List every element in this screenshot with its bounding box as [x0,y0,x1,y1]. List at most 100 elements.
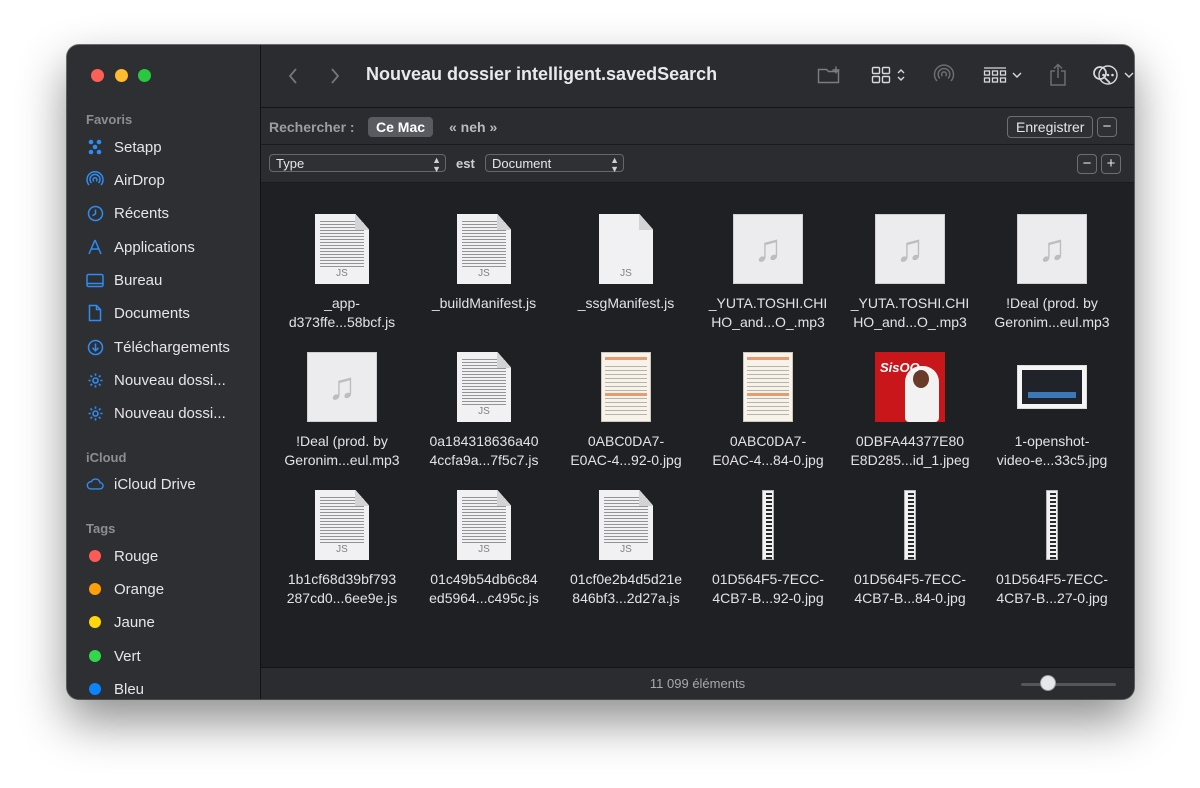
criteria-value-popup[interactable]: Document ▲ ▼ [485,154,624,174]
js-file-icon: JS [591,214,661,284]
tag-dot-icon [89,616,101,628]
sidebar-item-label: Nouveau dossi... [114,371,226,389]
file-item[interactable]: 01D564F5-7ECC- 4CB7-B...92-0.jpg [700,490,836,628]
file-item[interactable]: 1-openshot-video-e...33c5.jpg [984,352,1120,490]
criteria-attribute-value: Type [276,156,305,171]
sidebar-item-smart-folder-2[interactable]: Nouveau dossi... [86,400,256,426]
forward-button[interactable] [327,65,343,87]
sidebar: Favoris Setapp AirDrop Récents Applicati… [67,45,261,699]
download-icon [86,338,104,356]
smart-folder-gear-icon [86,404,104,422]
applications-icon [86,238,104,256]
file-item[interactable]: ♫ _YUTA.TOSHI.CHI HO_and...O_.mp3 [700,214,836,352]
file-name: 01D564F5-7ECC- 4CB7-B...84-0.jpg [853,571,967,606]
remove-search-button[interactable]: − [1097,117,1117,137]
desktop-icon [86,271,104,289]
scope-folder-button[interactable]: « neh » [449,119,497,135]
file-name: 1b1cf68d39bf793 287cd0...6ee9e.js [286,571,398,606]
sidebar-item-documents[interactable]: Documents [86,300,256,326]
sidebar-item-setapp[interactable]: Setapp [86,134,256,160]
icon-size-slider-track[interactable] [1021,683,1116,686]
file-item[interactable]: JS 0a184318636a40 4ccfa9a...7f5c7.js [416,352,552,490]
sidebar-tag-bleu[interactable]: Bleu [86,676,256,699]
file-item[interactable]: JS 01c49b54db6c84 ed5964...c495c.js [416,490,552,628]
sidebar-item-bureau[interactable]: Bureau [86,267,256,293]
file-name: _buildManifest.js [431,295,537,311]
file-item[interactable]: JS _app-d373ffe...58bcf.js [274,214,410,352]
file-item[interactable]: SisOO 0DBFA44377E80 E8D285...id_1.jpeg [842,352,978,490]
sidebar-item-icloud-drive[interactable]: iCloud Drive [86,471,256,497]
tag-dot-icon [89,650,101,662]
sidebar-item-smart-folder-1[interactable]: Nouveau dossi... [86,367,256,393]
file-item[interactable]: ♫ !Deal (prod. by Geronim...eul.mp3 [984,214,1120,352]
sidebar-item-label: Vert [114,647,141,665]
save-search-button[interactable]: Enregistrer [1007,116,1094,138]
sidebar-item-label: Applications [114,238,195,256]
file-item[interactable]: JS 01cf0e2b4d5d21e 846bf3...2d27a.js [558,490,694,628]
search-toolbar-button[interactable] [1092,65,1114,87]
file-item[interactable]: ♫ _YUTA.TOSHI.CHI HO_and...O_.mp3 [842,214,978,352]
sidebar-tag-rouge[interactable]: Rouge [86,543,256,569]
share-button[interactable] [1046,61,1070,89]
remove-criteria-button[interactable]: − [1077,154,1097,174]
sidebar-item-label: Téléchargements [114,338,230,356]
chevron-updown-icon: ▲ ▼ [432,155,441,174]
cloud-icon [86,475,104,493]
airdrop-button[interactable] [932,63,956,87]
file-name: _YUTA.TOSHI.CHI HO_and...O_.mp3 [708,295,828,330]
chevron-updown-icon: ▲ ▼ [610,155,619,174]
sidebar-item-telechargements[interactable]: Téléchargements [86,334,256,360]
add-criteria-button[interactable]: + [1101,154,1121,174]
view-mode-button[interactable] [867,63,909,87]
back-button[interactable] [285,65,301,87]
file-item[interactable]: JS 1b1cf68d39bf793 287cd0...6ee9e.js [274,490,410,628]
sidebar-tag-orange[interactable]: Orange [86,576,256,602]
file-item[interactable]: 01D564F5-7ECC- 4CB7-B...27-0.jpg [984,490,1120,628]
search-label: Rechercher : [269,119,355,135]
file-name: 0DBFA44377E80 E8D285...id_1.jpeg [850,433,970,468]
zoom-window-button[interactable] [138,69,151,82]
new-folder-button[interactable] [816,63,844,87]
file-item[interactable]: JS _ssgManifest.js [558,214,694,352]
sidebar-heading-tags: Tags [86,521,116,536]
sidebar-item-label: Setapp [114,138,162,156]
file-item[interactable]: ♫ !Deal (prod. by Geronim...eul.mp3 [274,352,410,490]
sidebar-item-label: iCloud Drive [114,475,196,493]
js-file-icon: JS [591,490,661,560]
search-criteria-row: Type ▲ ▼ est Document ▲ ▼ − + [261,145,1134,183]
file-name: 0ABC0DA7- E0AC-4...84-0.jpg [712,433,824,468]
js-file-icon: JS [307,214,377,284]
scope-this-mac-button[interactable]: Ce Mac [368,117,434,137]
finder-window: Favoris Setapp AirDrop Récents Applicati… [67,45,1134,699]
search-scope-bar: Rechercher : Ce Mac « neh » Enregistrer … [261,108,1134,145]
group-by-button[interactable] [979,63,1025,87]
sidebar-item-airdrop[interactable]: AirDrop [86,167,256,193]
sidebar-item-recents[interactable]: Récents [86,200,256,226]
image-thumbnail: SisOO [875,352,945,422]
image-thumbnail [875,490,945,560]
sidebar-heading-icloud: iCloud [86,450,127,465]
file-name: 01D564F5-7ECC- 4CB7-B...92-0.jpg [711,571,825,606]
airdrop-icon [86,171,104,189]
criteria-attribute-popup[interactable]: Type ▲ ▼ [269,154,446,174]
main-pane: Nouveau dossier intelligent.savedSearch [261,45,1134,699]
sidebar-item-applications[interactable]: Applications [86,234,256,260]
file-item[interactable]: 0ABC0DA7- E0AC-4...84-0.jpg [700,352,836,490]
file-item[interactable]: JS _buildManifest.js [416,214,552,352]
image-thumbnail [1017,490,1087,560]
minimize-window-button[interactable] [115,69,128,82]
image-thumbnail [733,490,803,560]
sidebar-item-label: Bleu [114,680,145,698]
sidebar-tag-jaune[interactable]: Jaune [86,609,256,635]
toolbar: Nouveau dossier intelligent.savedSearch [261,45,1134,108]
sidebar-item-label: Bureau [114,271,163,289]
file-item[interactable]: 0ABC0DA7- E0AC-4...92-0.jpg [558,352,694,490]
file-item[interactable]: 01D564F5-7ECC- 4CB7-B...84-0.jpg [842,490,978,628]
icon-size-slider-knob[interactable] [1039,675,1056,691]
sidebar-item-label: Documents [114,304,190,322]
sidebar-tag-vert[interactable]: Vert [86,643,256,669]
chevron-left-icon [288,68,297,84]
file-name: _YUTA.TOSHI.CHI HO_and...O_.mp3 [850,295,970,330]
sidebar-item-label: Rouge [114,547,159,565]
close-window-button[interactable] [91,69,104,82]
